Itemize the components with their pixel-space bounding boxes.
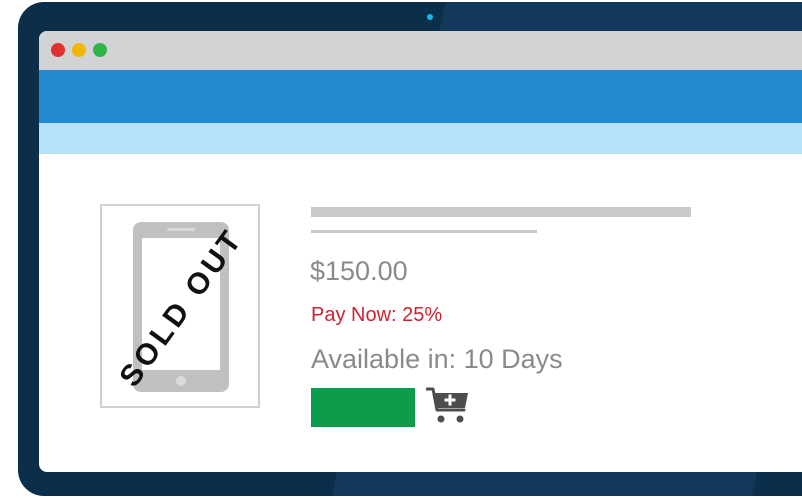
window-titlebar: [39, 31, 802, 70]
add-to-cart-icon[interactable]: [426, 386, 470, 426]
product-image[interactable]: SOLD OUT: [100, 204, 260, 408]
close-window-button[interactable]: [51, 43, 65, 57]
webcam-icon: [427, 14, 433, 20]
minimize-window-button[interactable]: [72, 43, 86, 57]
product-subtitle-placeholder: [311, 230, 537, 233]
stage: SOLD OUT $150.00 Pay Now: 25% Available …: [0, 0, 802, 498]
maximize-window-button[interactable]: [93, 43, 107, 57]
site-header: [39, 70, 802, 123]
product-title-placeholder: [311, 207, 691, 217]
availability-text: Available in: 10 Days: [311, 344, 563, 374]
browser-window: SOLD OUT $150.00 Pay Now: 25% Available …: [39, 31, 802, 472]
site-subheader: [39, 123, 802, 154]
laptop-frame: SOLD OUT $150.00 Pay Now: 25% Available …: [18, 2, 802, 496]
pay-now-text: Pay Now: 25%: [311, 304, 443, 326]
buy-button[interactable]: [311, 388, 415, 427]
product-price: $150.00: [310, 256, 408, 286]
